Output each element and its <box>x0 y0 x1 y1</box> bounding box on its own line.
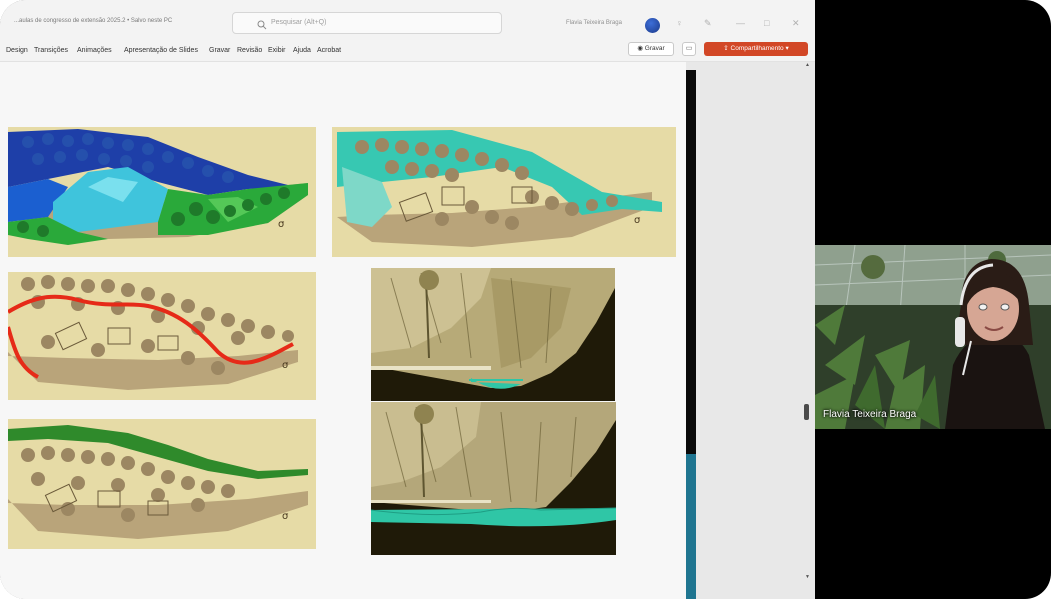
record-icon: ◉ <box>637 45 645 52</box>
menu-animations[interactable]: Animações <box>77 47 112 54</box>
menu-help[interactable]: Ajuda <box>293 47 311 54</box>
record-label: Gravar <box>644 45 665 52</box>
comment-icon: ▭ <box>685 45 693 52</box>
search-input[interactable]: Pesquisar (Alt+Q) <box>232 12 502 34</box>
svg-text:σ: σ <box>282 360 289 371</box>
menu-record[interactable]: Gravar <box>209 47 230 54</box>
section-image-top <box>371 268 615 401</box>
slide[interactable]: σ σ σ σ <box>0 62 686 599</box>
plan-image-zones: σ <box>8 127 316 257</box>
record-button[interactable]: ◉ Gravar <box>628 42 674 56</box>
search-icon <box>257 17 267 35</box>
participant-name-label: Flavia Teixeira Braga <box>823 409 917 420</box>
slide-canvas: σ σ σ σ ▲ ▼ <box>0 62 815 599</box>
participant-video: Flavia Teixeira Braga <box>815 245 1051 429</box>
share-label: Compartilhamento <box>730 45 784 52</box>
user-name: Flavia Teixeira Braga <box>566 20 622 26</box>
share-button[interactable]: ⇪ Compartilhamento ▾ <box>704 42 808 56</box>
menu-view[interactable]: Exibir <box>268 47 286 54</box>
plan-image-path: σ <box>8 272 316 400</box>
minimize-icon[interactable]: — <box>736 18 745 28</box>
share-icon: ⇪ <box>723 45 731 52</box>
participant-video-image <box>815 245 1051 429</box>
svg-text:σ: σ <box>282 511 289 522</box>
scroll-down-arrow-icon[interactable]: ▼ <box>805 574 810 580</box>
menu-transitions[interactable]: Transições <box>34 47 68 54</box>
menu-acrobat[interactable]: Acrobat <box>317 47 341 54</box>
avatar[interactable] <box>645 18 660 33</box>
scrollbar-thumb[interactable] <box>686 454 696 599</box>
section-image-bottom <box>371 402 616 555</box>
svg-text:σ: σ <box>634 215 641 226</box>
svg-text:σ: σ <box>278 219 285 230</box>
menu-review[interactable]: Revisão <box>237 47 262 54</box>
menu-slideshow[interactable]: Apresentação de Slides <box>124 47 198 54</box>
chevron-down-icon: ▾ <box>783 45 789 52</box>
screen-frame: ...aulas de congresso de extensão 2025.2… <box>0 0 1051 599</box>
lightbulb-icon[interactable]: ♀ <box>676 18 683 28</box>
powerpoint-window: ...aulas de congresso de extensão 2025.2… <box>0 0 815 599</box>
comment-button[interactable]: ▭ <box>682 42 696 56</box>
maximize-icon[interactable]: □ <box>764 18 769 28</box>
scroll-up-arrow-icon[interactable]: ▲ <box>805 62 810 68</box>
plan-image-riparian: σ <box>332 127 676 257</box>
plan-image-vegetation: σ <box>8 419 316 549</box>
pen-icon[interactable]: ✎ <box>704 18 712 29</box>
close-icon[interactable]: ✕ <box>792 18 800 29</box>
document-title: ...aulas de congresso de extensão 2025.2… <box>14 18 173 24</box>
search-placeholder: Pesquisar (Alt+Q) <box>271 19 327 26</box>
title-bar: ...aulas de congresso de extensão 2025.2… <box>0 0 815 40</box>
menu-design[interactable]: Design <box>6 47 28 54</box>
pane-scrollbar-thumb[interactable] <box>804 404 809 420</box>
